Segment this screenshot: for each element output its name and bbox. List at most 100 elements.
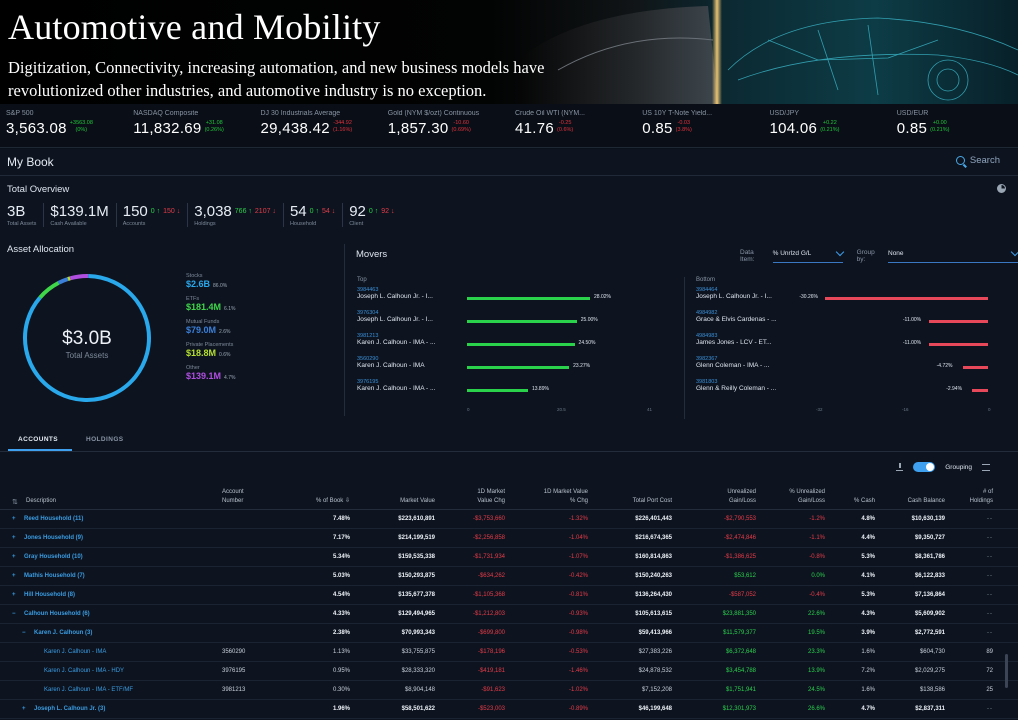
mover-bar-value: -4.72% xyxy=(936,363,953,369)
columns-icon[interactable] xyxy=(982,463,990,471)
table-cell-desc[interactable]: Karen J. Calhoun (3) xyxy=(34,630,92,636)
mover-bar[interactable] xyxy=(467,343,575,346)
mover-row[interactable]: 3560290 Karen J. Calhoun - IMA 23.27% xyxy=(357,356,657,379)
stat-label: Holdings xyxy=(194,221,216,227)
table-cell-desc[interactable]: Reed Household (11) xyxy=(24,516,83,522)
column-header[interactable]: Total Port Cost xyxy=(633,497,672,506)
table-cell-desc[interactable]: Karen J. Calhoun - IMA - ETF/MF xyxy=(44,687,133,693)
search-button[interactable]: Search xyxy=(955,155,1000,166)
legend-item[interactable]: Mutual Funds $79.0M 2.6% xyxy=(186,319,235,335)
table-cell-desc[interactable]: Calhoun Household (6) xyxy=(24,611,90,617)
table-cell-desc[interactable]: Karen J. Calhoun - IMA - HDY xyxy=(44,668,124,674)
donut-slice[interactable] xyxy=(38,281,60,299)
mover-row[interactable]: 4984983 James Jones - LCV - ET... -11.00% xyxy=(696,333,1012,356)
collapse-icon[interactable]: − xyxy=(12,611,16,617)
overview-title: Total Overview xyxy=(7,184,70,195)
column-header[interactable]: Description xyxy=(26,497,56,506)
mover-bar[interactable] xyxy=(928,343,988,346)
ticker-item[interactable]: Gold (NYM $/ozt) Continuous 1,857.30 -10.6… xyxy=(382,104,509,147)
ticker-value: 41.76 xyxy=(515,120,555,137)
column-header[interactable]: Market Value xyxy=(400,497,435,506)
ticker-item[interactable]: USD/EUR 0.85 +0.00 (0.21%) xyxy=(891,104,1018,147)
table-row[interactable]: Karen J. Calhoun - IMA - ETF/MF 3981213 0.… xyxy=(0,681,1018,700)
ticker-item[interactable]: NASDAQ Composite 11,832.69 +31.08 (0.26%) xyxy=(127,104,254,147)
legend-item[interactable]: Stocks $2.6B 86.0% xyxy=(186,273,235,289)
table-cell-mv: $33,755,875 xyxy=(401,649,435,655)
mover-row[interactable]: 3976195 Karen J. Calhoun - IMA - ... 13.89… xyxy=(357,379,657,402)
column-header[interactable]: % Cash xyxy=(854,497,875,506)
table-cell-pct: 0.95% xyxy=(332,668,350,674)
movers-top-panel: Top 3984463 Joseph L. Calhoun Jr. - I... 2… xyxy=(357,277,657,412)
mover-row[interactable]: 3981213 Karen J. Calhoun - IMA - ... 24.50… xyxy=(357,333,657,356)
expand-icon[interactable]: + xyxy=(12,535,16,541)
mover-row[interactable]: 3984463 Joseph L. Calhoun Jr. - I... 28.02… xyxy=(357,287,657,310)
legend-item[interactable]: Other $139.1M 4.7% xyxy=(186,365,235,381)
table-row[interactable]: + Jones Household (9) 7.17% $214,199,519 -$2… xyxy=(0,529,1018,548)
table-row[interactable]: + Gray Household (10) 5.34% $159,535,338 -$1… xyxy=(0,548,1018,567)
ticker-item[interactable]: US 10Y T-Note Yield... 0.85 -0.03 (3.8%) xyxy=(636,104,763,147)
expand-icon[interactable]: + xyxy=(12,554,16,560)
table-row[interactable]: − Calhoun Household (6) 4.33% $129,494,965 -… xyxy=(0,605,1018,624)
donut-slice[interactable] xyxy=(67,276,71,281)
mover-bar[interactable] xyxy=(467,366,570,369)
mover-bar[interactable] xyxy=(467,297,590,300)
donut-slice[interactable] xyxy=(57,277,69,285)
mover-row[interactable]: 3981803 Glenn & Reilly Coleman - ... -2.94… xyxy=(696,379,1012,402)
mover-row[interactable]: 3984464 Joseph L. Calhoun Jr. - I... -30.2… xyxy=(696,287,1012,310)
mover-bar[interactable] xyxy=(972,389,988,392)
pie-chart-icon[interactable] xyxy=(997,184,1006,193)
table-row[interactable]: + Hill Household (8) 4.54% $135,677,378 -$1,… xyxy=(0,586,1018,605)
column-header[interactable]: Cash Balance xyxy=(908,497,945,506)
tab-accounts[interactable]: ACCOUNTS xyxy=(7,436,73,451)
data-item-select[interactable]: % Unrlzd G/L xyxy=(772,247,844,263)
mover-row[interactable]: 3976304 Joseph L. Calhoun Jr. - I... 25.00… xyxy=(357,310,657,333)
column-header[interactable]: Unrealized Gain/Loss xyxy=(727,488,756,506)
table-row[interactable]: Karen J. Calhoun - IMA - HDY 3976195 0.95%… xyxy=(0,662,1018,681)
mover-bar[interactable] xyxy=(825,297,988,300)
column-header[interactable]: 1D Market Value % Chg xyxy=(544,488,588,506)
mover-row[interactable]: 4984982 Grace & Elvis Cardenas - ... -11.0… xyxy=(696,310,1012,333)
table-row[interactable]: + Reed Household (11) 7.48% $223,610,891 -$3… xyxy=(0,510,1018,529)
column-header[interactable]: Account Number xyxy=(222,488,244,506)
expand-icon[interactable]: + xyxy=(12,516,16,522)
mover-bar[interactable] xyxy=(467,389,528,392)
column-header[interactable]: % Unrealized Gain/Loss xyxy=(789,488,825,506)
group-by-select[interactable]: None xyxy=(888,247,1018,263)
table-row[interactable]: Karen J. Calhoun - IMA 3560290 1.13% $33,75… xyxy=(0,643,1018,662)
legend-item[interactable]: ETFs $181.4M 6.1% xyxy=(186,296,235,312)
mover-bar[interactable] xyxy=(928,320,988,323)
table-row[interactable]: + Joseph L. Calhoun Jr. (3) 1.96% $58,501,6… xyxy=(0,700,1018,719)
column-header[interactable]: # of Holdings xyxy=(970,488,993,506)
table-cell-desc[interactable]: Joseph L. Calhoun Jr. (3) xyxy=(34,706,105,712)
grouping-toggle[interactable] xyxy=(913,462,936,472)
column-header[interactable]: 1D Market Value Chg xyxy=(477,488,505,506)
mover-bar[interactable] xyxy=(962,366,988,369)
table-cell-pug: 22.6% xyxy=(807,611,825,617)
collapse-icon[interactable]: − xyxy=(22,630,26,636)
download-icon[interactable] xyxy=(896,463,904,471)
ticker-item[interactable]: S&P 500 3,563.08 +3563.08 (0%) xyxy=(0,104,127,147)
sort-icon[interactable]: ⇅ xyxy=(12,498,18,506)
stat-value: 54 xyxy=(289,203,307,220)
ticker-item[interactable]: USD/JPY 104.06 +0.22 (0.21%) xyxy=(764,104,891,147)
expand-icon[interactable]: + xyxy=(12,573,16,579)
expand-icon[interactable]: + xyxy=(12,592,16,598)
expand-icon[interactable]: + xyxy=(22,706,26,712)
table-cell-desc[interactable]: Jones Household (9) xyxy=(24,535,83,541)
column-header[interactable]: % of Book ⇩ xyxy=(316,497,350,506)
table-cell-desc[interactable]: Mathis Household (7) xyxy=(24,573,85,579)
tab-holdings[interactable]: HOLDINGS xyxy=(86,436,124,443)
mover-bar[interactable] xyxy=(467,320,577,323)
donut-slice[interactable] xyxy=(69,274,89,281)
ticker-item[interactable]: Crude Oil WTI (NYM... 41.76 -0.25 (0.6%) xyxy=(509,104,636,147)
table-cell-desc[interactable]: Hill Household (8) xyxy=(24,592,75,598)
table-scrollbar[interactable] xyxy=(1005,654,1008,688)
table-row[interactable]: − Karen J. Calhoun (3) 2.38% $70,993,343 -$6… xyxy=(0,624,1018,643)
ticker-item[interactable]: DJ 30 Industrials Average 29,438.42 -344.9… xyxy=(255,104,382,147)
table-cell-desc[interactable]: Gray Household (10) xyxy=(24,554,83,560)
table-row[interactable]: + Mathis Household (7) 5.03% $150,293,875 -$… xyxy=(0,567,1018,586)
table-cell-desc[interactable]: Karen J. Calhoun - IMA xyxy=(44,649,106,655)
mover-row[interactable]: 3982367 Glenn Coleman - IMA - ... -4.72% xyxy=(696,356,1012,379)
legend-item[interactable]: Private Placements $18.8M 0.6% xyxy=(186,342,235,358)
table-cell-cost: $27,383,226 xyxy=(638,649,672,655)
